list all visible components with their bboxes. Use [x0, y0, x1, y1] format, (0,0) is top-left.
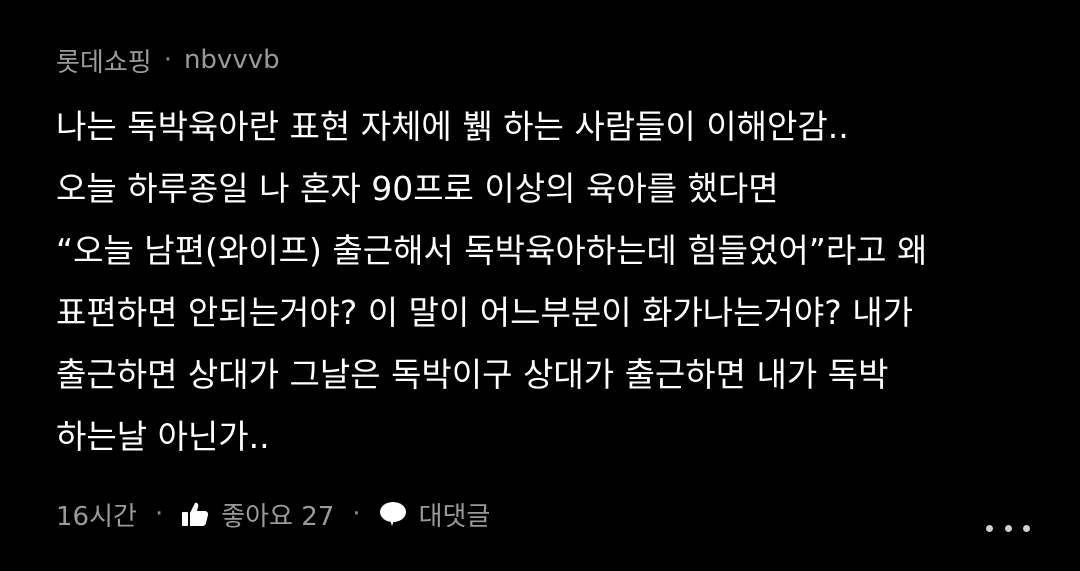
comment-line: “오늘 남편(와이프) 출근해서 독박육아하는데 힘들었어”라고 왜 [56, 231, 928, 270]
comment-line: 출근하면 상대가 그날은 독박이구 상대가 출근하면 내가 독박 [56, 355, 889, 394]
comment-body: 나는 독박육아란 표현 자체에 뷁 하는 사람들이 이해안감.. 오늘 하루종일… [56, 96, 1046, 468]
comment-card: 롯데쇼핑 · nbvvvb 나는 독박육아란 표현 자체에 뷁 하는 사람들이 … [56, 0, 1046, 571]
like-count: 좋아요 27 [221, 501, 335, 532]
reply-button[interactable]: 대댓글 [379, 496, 491, 533]
channel-name[interactable]: 롯데쇼핑 [56, 42, 152, 79]
more-dots-icon [986, 524, 993, 532]
more-options-button[interactable] [986, 514, 1030, 542]
comment-meta: 롯데쇼핑 · nbvvvb [56, 42, 280, 78]
more-dots-icon [1004, 524, 1012, 532]
more-dots-icon [1023, 524, 1030, 532]
footer-separator: · [352, 499, 361, 529]
comment-time: 16시간 [56, 501, 137, 532]
reply-label: 대댓글 [418, 501, 491, 532]
like-button[interactable]: 좋아요 27 [181, 496, 334, 533]
comment-line: 나는 독박육아란 표현 자체에 뷁 하는 사람들이 이해안감.. [56, 107, 849, 146]
comment-line: 표편하면 안되는거야? 이 말이 어느부분이 화가나는거야? 내가 [56, 293, 913, 332]
speech-bubble-icon [379, 501, 407, 527]
comment-line: 오늘 하루종일 나 혼자 90프로 이상의 육아를 했다면 [56, 169, 779, 208]
comment-line: 하는날 아닌가.. [56, 417, 270, 456]
author-name[interactable]: nbvvvb [184, 45, 280, 75]
thumbs-up-icon [181, 501, 209, 527]
meta-separator: · [163, 45, 172, 75]
comment-footer: 16시간 · 좋아요 27 · 대댓글 [56, 494, 490, 534]
footer-separator: · [154, 499, 164, 529]
